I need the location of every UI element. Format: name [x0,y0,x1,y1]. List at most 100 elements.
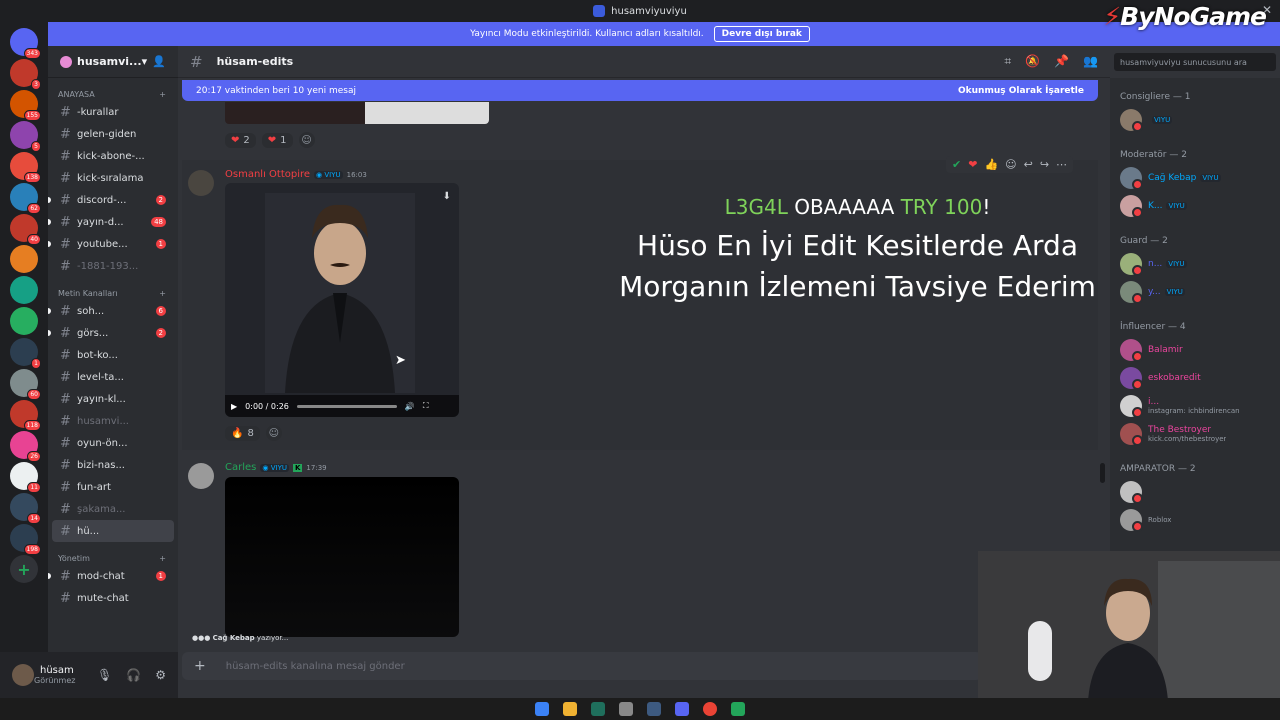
server-icon[interactable]: 14 [10,493,41,524]
video-attachment[interactable]: ⬇ ▶ 0:00 / 0:26 🔊 ⛶ [225,183,459,417]
server-icon[interactable]: 1 [10,338,41,369]
folder-icon[interactable] [563,702,577,716]
author-name[interactable]: Carles [225,462,256,473]
settings-icon[interactable]: ⚙ [155,668,166,682]
download-icon[interactable]: ⬇ [443,191,451,202]
reaction-heart[interactable]: ❤ 1 [261,132,293,148]
server-icon[interactable]: 40 [10,214,41,245]
member-list-icon[interactable]: 👥 [1083,54,1098,69]
previous-attachment[interactable] [225,102,489,124]
category-anayasa[interactable]: ANAYASA + [48,78,178,101]
channel-item[interactable]: # görs... 2 [48,322,178,344]
server-name-header[interactable]: husamvi... ▾ 👤 [48,46,178,78]
new-messages-bar[interactable]: 20:17 vaktinden beri 10 yeni mesaj Okunm… [182,80,1098,101]
app-icon[interactable] [591,702,605,716]
discord-icon[interactable] [675,702,689,716]
app-icon[interactable] [647,702,661,716]
channel-item[interactable]: # youtube... 1 [48,233,178,255]
member-item[interactable]: Cağ Kebap VIYU [1110,164,1280,192]
channel-item[interactable]: # mute-chat [48,587,178,609]
channel-item[interactable]: # gelen-giden [48,123,178,145]
server-icon[interactable]: 118 [10,400,41,431]
reply-icon[interactable]: ↩ [1024,158,1033,171]
add-reaction-icon[interactable]: ☺ [1005,158,1016,171]
message-input[interactable]: + hüsam-edits kanalına mesaj gönder [182,652,982,680]
author-name[interactable]: Osmanlı Ottopire [225,169,310,180]
server-icon[interactable] [10,245,38,273]
reaction-fire[interactable]: 🔥 8 [225,425,260,441]
thumbs-up-icon[interactable]: 👍 [984,158,998,171]
video-attachment[interactable] [225,477,459,637]
app-icon[interactable] [619,702,633,716]
invite-icon[interactable]: 👤 [152,55,166,68]
mark-as-read-button[interactable]: Okunmuş Olarak İşaretle [958,86,1084,96]
play-icon[interactable]: ▶ [231,402,237,411]
server-icon[interactable] [10,276,38,304]
more-icon[interactable]: ⋯ [1056,158,1067,171]
server-icon[interactable]: 155 [10,90,41,121]
server-icon[interactable]: 5 [10,121,41,152]
server-icon[interactable]: 138 [10,152,41,183]
forward-icon[interactable]: ↪ [1040,158,1049,171]
channel-item[interactable]: # şakama... [48,498,178,520]
volume-icon[interactable]: 🔊 [405,402,415,411]
microphone-icon[interactable]: 🎙 [97,668,112,682]
channel-item[interactable]: # oyun-ön... [48,432,178,454]
member-item[interactable]: eskobaredit [1110,364,1280,392]
channel-item[interactable]: # bot-ko... [48,344,178,366]
add-server-icon[interactable]: + [10,555,38,583]
server-icon[interactable]: 26 [10,431,41,462]
member-item[interactable]: VIYU [1110,106,1280,134]
channel-item[interactable]: # yayın-kl... [48,388,178,410]
category-metin[interactable]: Metin Kanalları + [48,277,178,300]
chrome-icon[interactable] [703,702,717,716]
server-icon[interactable]: 60 [10,369,41,400]
member-item[interactable] [1110,478,1280,506]
member-item[interactable]: Balamir [1110,336,1280,364]
heart-reaction-icon[interactable]: ❤ [968,158,977,171]
scrollbar[interactable] [1100,463,1105,483]
member-item[interactable]: Roblox [1110,506,1280,534]
server-icon[interactable]: 198 [10,524,41,555]
channel-item[interactable]: # soh... 6 [48,300,178,322]
app-icon[interactable] [731,702,745,716]
fullscreen-icon[interactable]: ⛶ [423,401,429,411]
channel-item[interactable]: # -kurallar [48,101,178,123]
channel-item[interactable]: # husamvi... [48,410,178,432]
channel-item[interactable]: # kick-abone-... [48,145,178,167]
reaction-heart[interactable]: ❤ 2 [225,132,256,148]
channel-item[interactable]: # discord-... 2 [48,189,178,211]
avatar[interactable] [188,170,214,196]
category-yonetim[interactable]: Yönetim + [48,542,178,565]
member-item[interactable]: K... VIYU [1110,192,1280,220]
add-reaction-icon[interactable]: ☺ [265,425,282,441]
server-icon[interactable]: 62 [10,183,41,214]
channel-item[interactable]: # level-ta... [48,366,178,388]
member-item[interactable]: i... instagram: ichbindirencan [1110,392,1280,420]
channel-item[interactable]: # yayın-d... 48 [48,211,178,233]
member-item[interactable]: The Bestroyer kick.com/thebestroyer [1110,420,1280,448]
search-input[interactable]: husamviyuviyu sunucusunu ara [1114,53,1276,71]
server-icon[interactable]: 11 [10,462,41,493]
member-item[interactable]: n... VIYU [1110,250,1280,278]
notification-icon[interactable]: 🔕 [1025,54,1040,69]
channel-item[interactable]: # mod-chat 1 [48,565,178,587]
channel-item[interactable]: # kick-sıralama [48,167,178,189]
channel-item[interactable]: # -1881-193... [48,255,178,277]
channel-item[interactable]: # bizi-nas... [48,454,178,476]
start-icon[interactable] [535,702,549,716]
channel-item[interactable]: # hü... [52,520,174,542]
server-icon[interactable] [10,307,38,335]
avatar[interactable] [188,463,214,489]
avatar[interactable] [12,664,34,686]
channel-item[interactable]: # fun-art [48,476,178,498]
member-item[interactable]: y... VIYU [1110,278,1280,306]
video-progress[interactable] [296,404,397,408]
pin-icon[interactable]: 📌 [1054,54,1069,69]
headphones-icon[interactable]: 🎧 [126,668,141,682]
threads-icon[interactable]: ⌗ [1004,54,1011,69]
check-reaction-icon[interactable]: ✔ [952,158,961,171]
attach-icon[interactable]: + [194,658,206,674]
server-icon[interactable]: 3 [10,59,41,90]
server-icon[interactable]: 343 [10,28,41,59]
